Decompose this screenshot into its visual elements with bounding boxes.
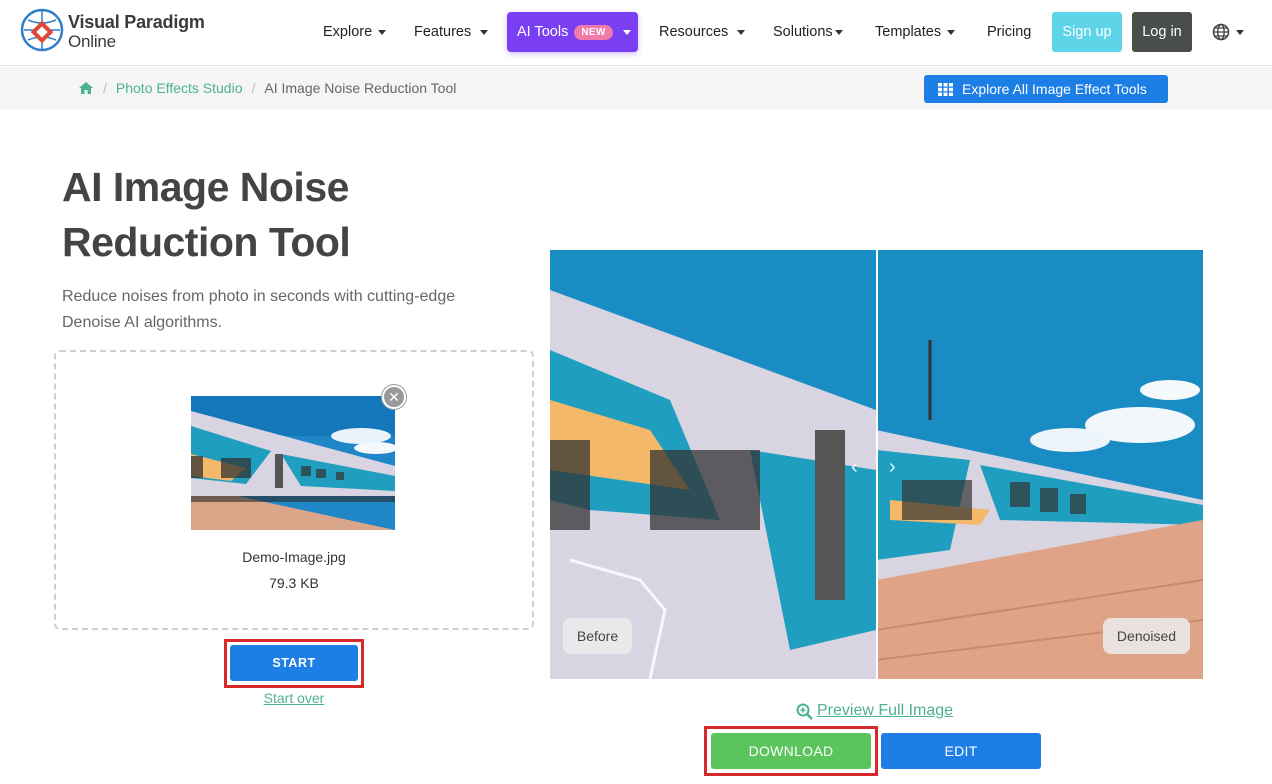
nav-templates[interactable]: Templates (875, 0, 956, 64)
explore-all-tools-label: Explore All Image Effect Tools (962, 81, 1147, 97)
upload-dropzone[interactable]: ✕ Demo-Image.jpg 79.3 KB (54, 350, 534, 630)
nav-explore[interactable]: Explore (323, 0, 387, 64)
chevron-down-icon (947, 29, 956, 35)
comparison-slider-handle[interactable] (876, 250, 878, 679)
signup-button[interactable]: Sign up (1052, 12, 1122, 52)
chevron-down-icon (378, 29, 387, 35)
breadcrumb-separator: / (103, 80, 107, 96)
nav-solutions-label: Solutions (773, 24, 833, 40)
download-button[interactable]: DOWNLOAD (711, 733, 871, 769)
chevron-down-icon (737, 29, 746, 35)
nav-features[interactable]: Features (414, 0, 489, 64)
start-button[interactable]: START (230, 645, 358, 681)
remove-image-button[interactable]: ✕ (382, 385, 406, 409)
nav-resources[interactable]: Resources (659, 0, 746, 64)
chevron-down-icon (622, 29, 631, 35)
grid-icon (938, 82, 953, 96)
nav-explore-label: Explore (323, 24, 373, 40)
nav-pricing-label: Pricing (987, 24, 1032, 40)
page-title-line1: AI Image Noise (62, 164, 349, 210)
new-badge: NEW (574, 24, 613, 40)
nav-features-label: Features (414, 24, 472, 40)
chevron-left-icon: ‹ (851, 456, 858, 478)
nav-resources-label: Resources (659, 24, 729, 40)
preview-full-image-label: Preview Full Image (817, 702, 954, 719)
close-icon: ✕ (388, 389, 400, 405)
globe-icon (1212, 23, 1230, 41)
nav-ai-tools-label: AI Tools (517, 24, 569, 40)
denoised-label: Denoised (1103, 618, 1190, 654)
breadcrumb: / Photo Effects Studio / AI Image Noise … (78, 67, 456, 109)
brand-name-line1: Visual Paradigm (68, 12, 205, 32)
brand-name: Visual Paradigm Online (68, 12, 205, 52)
uploaded-image-thumbnail (191, 396, 395, 530)
brand-logo[interactable]: Visual Paradigm Online (20, 8, 220, 54)
nav-ai-tools[interactable]: AI Tools NEW (507, 12, 638, 52)
chevron-down-icon (834, 29, 843, 35)
home-icon[interactable] (78, 81, 94, 95)
edit-button[interactable]: EDIT (881, 733, 1041, 769)
breadcrumb-photo-effects-studio[interactable]: Photo Effects Studio (116, 80, 243, 96)
preview-full-image-link[interactable]: Preview Full Image (796, 700, 953, 722)
chevron-down-icon (480, 29, 489, 35)
breadcrumb-separator: / (251, 80, 256, 96)
chevron-right-icon: › (889, 456, 896, 478)
nav-pricing[interactable]: Pricing (987, 0, 1031, 64)
page-subtitle: Reduce noises from photo in seconds with… (62, 288, 456, 331)
nav-templates-label: Templates (875, 24, 942, 40)
login-button[interactable]: Log in (1132, 12, 1192, 52)
page-title-line2: Reduction Tool (62, 219, 351, 265)
visual-paradigm-logo-icon (20, 8, 64, 52)
zoom-in-icon (796, 703, 813, 720)
explore-all-tools-button[interactable]: Explore All Image Effect Tools (924, 75, 1168, 103)
page-title: AI Image Noise Reduction Tool (62, 160, 522, 270)
language-selector[interactable] (1212, 22, 1244, 42)
start-over-link[interactable]: Start over (230, 690, 358, 706)
breadcrumb-current-page: AI Image Noise Reduction Tool (264, 80, 457, 96)
chevron-down-icon (1236, 29, 1244, 35)
nav-solutions[interactable]: Solutions (773, 0, 843, 64)
top-nav: Visual Paradigm Online Explore Features … (0, 0, 1272, 66)
brand-name-line2: Online (68, 32, 116, 51)
uploaded-file-size: 79.3 KB (269, 575, 319, 591)
uploaded-file-name: Demo-Image.jpg (242, 549, 346, 565)
before-label: Before (563, 618, 632, 654)
